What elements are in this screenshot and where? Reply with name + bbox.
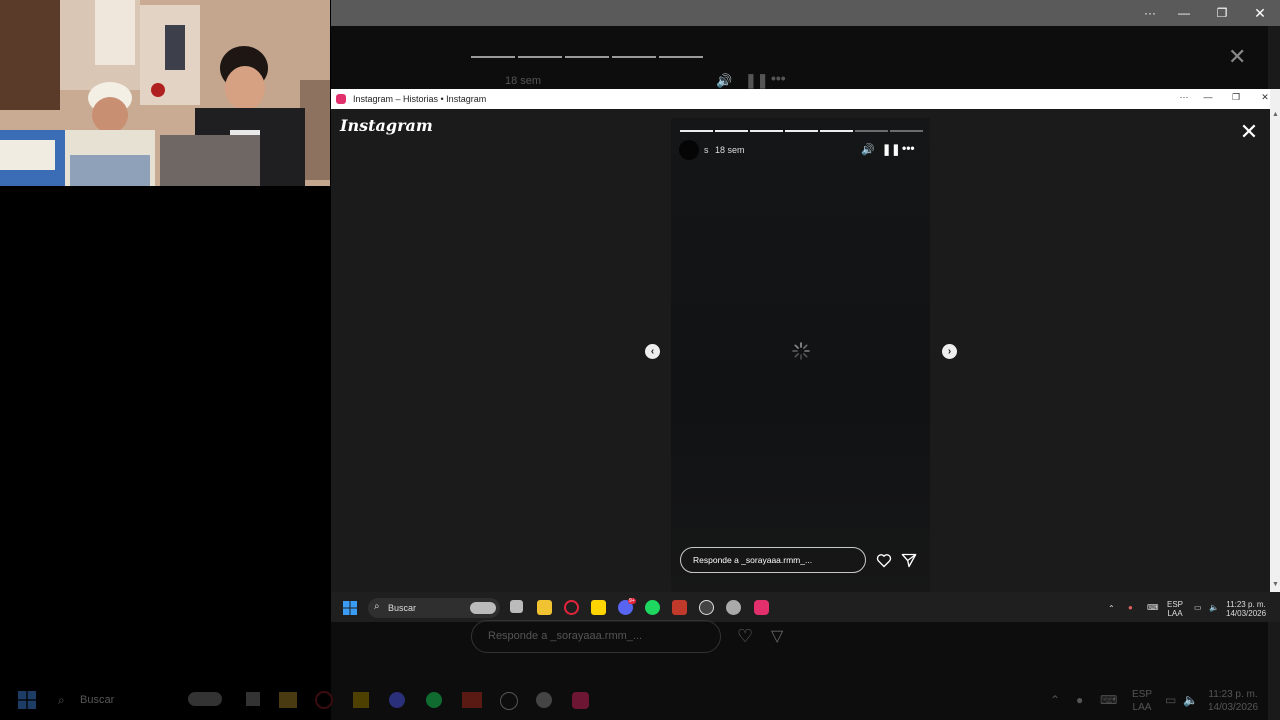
progress-segment [890, 130, 923, 132]
background-more-icon: ••• [771, 70, 786, 86]
more-options-icon[interactable]: ••• [902, 141, 915, 155]
background-voicemeeter-icon [462, 692, 482, 708]
search-icon: ⌕ [374, 601, 380, 612]
next-story-button[interactable]: › [942, 344, 957, 359]
tray-chevron-icon[interactable]: ⌃ [1108, 604, 1115, 613]
background-layout: LAA [1132, 702, 1152, 713]
minimize-icon[interactable]: — [1198, 92, 1218, 102]
like-heart-icon[interactable] [876, 553, 892, 568]
network-icon[interactable]: ▭ [1194, 603, 1202, 612]
task-view-icon[interactable] [510, 600, 523, 613]
background-volume-icon: 🔊 [716, 73, 733, 88]
username-initial[interactable]: s [704, 145, 709, 155]
background-discord-icon [389, 692, 405, 708]
instagram-logo[interactable]: Instagram [340, 116, 433, 135]
restore-icon[interactable]: ❐ [1226, 92, 1246, 103]
close-story-icon[interactable]: ✕ [1238, 121, 1260, 143]
background-send-icon: ▽ [771, 628, 784, 645]
clock-date[interactable]: 14/03/2026 [1226, 609, 1266, 618]
window-title-bar: Instagram – Historias • Instagram ··· — … [331, 89, 1270, 109]
background-tray-chevron-icon: ⌃ [1050, 693, 1061, 707]
background-folder-icon [279, 692, 297, 708]
volume-icon[interactable]: 🔊 [861, 143, 875, 156]
taskbar-search[interactable]: ⌕ Buscar [368, 598, 500, 618]
background-time-label: 18 sem [505, 75, 542, 87]
pause-icon[interactable]: ❚❚ [882, 143, 900, 156]
background-instagram-icon [572, 692, 589, 709]
sticky-notes-icon[interactable] [591, 600, 606, 615]
keyboard-icon[interactable]: ⌨ [1147, 603, 1159, 612]
webcam-overlay [0, 0, 330, 186]
background-network-icon: ▭ [1165, 693, 1177, 707]
webcam-feed-image [0, 0, 330, 186]
background-title-bar: ··· — ❐ ✕ [331, 0, 1280, 26]
background-spotify-icon [426, 692, 442, 708]
opera-icon[interactable] [564, 600, 579, 615]
background-clock-date: 14/03/2026 [1208, 702, 1259, 713]
voicemeeter-icon[interactable] [672, 600, 687, 615]
windows-start-icon[interactable] [343, 601, 357, 615]
more-icon[interactable]: ··· [1174, 92, 1194, 102]
instagram-icon[interactable] [754, 600, 769, 615]
background-close-icon: ✕ [1228, 44, 1247, 69]
background-taskview-icon [246, 692, 260, 706]
background-obs-icon [536, 692, 552, 708]
close-icon[interactable]: ✕ [1241, 0, 1279, 26]
window-scrollbar[interactable]: ▲ ▼ [1270, 89, 1280, 592]
progress-segment [680, 130, 713, 132]
minimize-icon[interactable]: — [1165, 0, 1203, 26]
reply-input[interactable]: Responde a _sorayaaa.rmm_... [680, 547, 866, 573]
spotify-icon[interactable] [645, 600, 660, 615]
background-notes-icon [353, 692, 369, 708]
background-chrome-icon [500, 692, 518, 710]
background-speaker-icon: 🔈 [1183, 693, 1198, 707]
background-search-icon: ⌕ [58, 693, 65, 707]
scroll-down-icon[interactable]: ▼ [1272, 581, 1279, 588]
background-windows-icon [18, 691, 36, 709]
progress-segment [820, 130, 853, 132]
background-lang: ESP [1132, 689, 1153, 700]
chrome-icon[interactable] [699, 600, 714, 615]
window-title: Instagram – Historias • Instagram [353, 94, 487, 104]
microphone-icon[interactable]: ● [1128, 603, 1133, 612]
progress-segment [750, 130, 783, 132]
instagram-app-icon [336, 94, 346, 104]
background-reply-input: Responde a _sorayaaa.rmm_... [471, 620, 721, 653]
avatar[interactable] [679, 140, 699, 160]
previous-story-button[interactable]: ‹ [645, 344, 660, 359]
language-label[interactable]: ESP [1167, 600, 1183, 609]
discord-badge: 9+ [628, 598, 636, 604]
background-heart-icon: ♡ [737, 626, 754, 646]
background-clock-time: 11:23 p. m. [1208, 689, 1258, 700]
background-mic-icon: ● [1076, 693, 1084, 707]
story-time-ago: 18 sem [715, 145, 745, 155]
more-icon[interactable]: ··· [1131, 0, 1169, 26]
background-search-label: Buscar [80, 694, 115, 706]
background-opera-icon [315, 691, 333, 709]
send-icon[interactable] [901, 553, 917, 568]
scroll-up-icon[interactable]: ▲ [1272, 111, 1279, 118]
progress-segment [855, 130, 888, 132]
clock-time[interactable]: 11:23 p. m. [1226, 600, 1266, 609]
background-keyboard-icon: ⌨ [1100, 693, 1118, 707]
progress-segment [785, 130, 818, 132]
background-pause-icon: ❚❚ [745, 72, 769, 88]
taskbar-search-label: Buscar [388, 603, 417, 613]
restore-icon[interactable]: ❐ [1203, 0, 1241, 26]
file-explorer-icon[interactable] [537, 600, 552, 615]
search-highlight-image [470, 602, 496, 614]
background-search-highlight [188, 692, 222, 706]
loading-spinner-icon [792, 342, 810, 360]
speaker-icon[interactable]: 🔈 [1209, 603, 1219, 612]
progress-segment [715, 130, 748, 132]
obs-icon[interactable] [726, 600, 741, 615]
layout-label[interactable]: LAA [1167, 609, 1183, 618]
